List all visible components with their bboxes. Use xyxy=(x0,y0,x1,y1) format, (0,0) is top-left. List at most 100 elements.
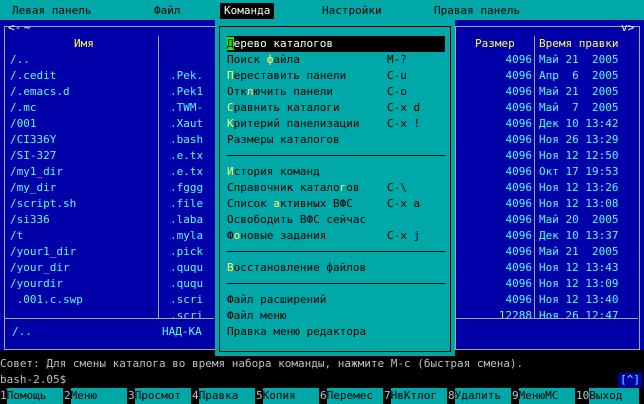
menu-left-panel[interactable]: Левая панель xyxy=(8,3,95,19)
menu-item-text: Ф xyxy=(227,229,234,242)
menu-item-hotkey: П xyxy=(227,69,234,82)
menu-item-hotkey: Д xyxy=(227,37,234,50)
fkey-number: 8 xyxy=(448,389,455,402)
fkey-5[interactable]: 5Копия xyxy=(256,388,319,404)
file-mtime: Май 21 2005 xyxy=(539,85,619,98)
file-name[interactable]: /my_dir xyxy=(10,180,156,196)
fkey-1[interactable]: 1Помощь xyxy=(0,388,63,404)
menu-item[interactable]: Фоновые задания C-x j xyxy=(227,228,445,244)
right-panel[interactable]: v> Размер Время правки 4096 Май 21 2005 40… xyxy=(455,20,644,350)
file-name[interactable]: /your_dir xyxy=(10,260,156,276)
file-name-secondary[interactable]: .e.tx xyxy=(170,148,214,164)
menu-item[interactable]: Освободить ВФС сейчас xyxy=(227,212,445,228)
fkey-number: 2 xyxy=(64,389,71,402)
file-name[interactable]: /my1_dir xyxy=(10,164,156,180)
fkey-10[interactable]: 10Выход xyxy=(576,388,640,404)
file-name-secondary[interactable] xyxy=(170,52,214,68)
panel-corner-mark-right[interactable]: v> xyxy=(621,20,634,36)
file-mtime: Май 21 2005 xyxy=(539,245,619,258)
file-name[interactable]: /t xyxy=(10,228,156,244)
file-name[interactable]: /.. xyxy=(10,52,156,68)
file-name-secondary[interactable]: .e.tx xyxy=(170,164,214,180)
fkey-4[interactable]: 4Правка xyxy=(192,388,255,404)
fkey-9[interactable]: 9МенюМС xyxy=(512,388,575,404)
file-name[interactable]: /si336 xyxy=(10,212,156,228)
menu-separator xyxy=(227,283,445,284)
file-name[interactable]: /.emacs.d xyxy=(10,84,156,100)
fkey-8[interactable]: 8Удалить xyxy=(448,388,511,404)
menu-item-text: ерево каталогов xyxy=(233,37,333,50)
file-name-secondary[interactable]: .bash xyxy=(170,132,214,148)
file-name[interactable]: /.cedit xyxy=(10,68,156,84)
fkey-number: 7 xyxy=(384,389,391,402)
menu-item-text: айла xyxy=(273,53,300,66)
file-name-secondary[interactable]: .ququ xyxy=(170,276,214,292)
command-history-button[interactable]: [^] xyxy=(618,373,642,387)
menu-item[interactable]: Сравнить каталоги C-x d xyxy=(227,100,445,116)
file-name-secondary[interactable]: .TWM- xyxy=(170,100,214,116)
file-name[interactable]: .001.c.swp xyxy=(10,292,156,308)
column-header-name[interactable]: Имя xyxy=(74,36,94,52)
file-name[interactable]: /script.sh xyxy=(10,196,156,212)
fkey-2[interactable]: 2Меню xyxy=(64,388,127,404)
fkey-label: Перемес xyxy=(326,388,383,404)
fkey-6[interactable]: 6Перемес xyxy=(320,388,383,404)
file-name[interactable]: /SI-327 xyxy=(10,148,156,164)
file-name[interactable]: /.mc xyxy=(10,100,156,116)
file-name-secondary[interactable]: .scri xyxy=(170,308,214,324)
menu-item[interactable]: Отключить панели C-o xyxy=(227,84,445,100)
menu-item[interactable]: Правка меню редактора xyxy=(227,324,445,340)
fkey-3[interactable]: 3Просмот xyxy=(128,388,191,404)
file-name-secondary[interactable]: .Pek. xyxy=(170,68,214,84)
panel-history-icon[interactable]: <- xyxy=(8,20,21,36)
file-name-secondary[interactable]: .scri xyxy=(170,292,214,308)
file-name[interactable]: /your1_dir xyxy=(10,244,156,260)
menu-item-text: Справочник катало xyxy=(227,181,340,194)
command-prompt[interactable]: bash-2.05$ xyxy=(0,372,644,388)
menu-item[interactable]: Дерево каталогов xyxy=(227,36,445,52)
file-mtime: Ноя 12 13:26 xyxy=(539,181,619,194)
file-size: 4096 xyxy=(505,117,533,130)
file-name[interactable]: /001 xyxy=(10,116,156,132)
left-panel[interactable]: <- ~ Имя /../.cedit .Pek./.emacs.d .Pek1/.… xyxy=(0,20,216,350)
menu-item[interactable]: Критерий панелизации C-x ! xyxy=(227,116,445,132)
file-mtime: Май 21 2005 xyxy=(539,53,619,66)
file-name-secondary[interactable]: .laba xyxy=(170,212,214,228)
menu-item[interactable]: Восстановление файлов xyxy=(227,260,445,276)
menu-options[interactable]: Настройки xyxy=(318,3,386,19)
file-name[interactable]: /CI336Y xyxy=(10,132,156,148)
fkey-label: НвКтлог xyxy=(390,388,447,404)
file-name-secondary[interactable]: .pick xyxy=(170,244,214,260)
menu-item[interactable]: Справочник каталогов C-\ xyxy=(227,180,445,196)
fkey-label: Выход xyxy=(589,388,640,404)
column-header-time[interactable]: Время правки xyxy=(539,36,618,52)
fkey-7[interactable]: 7НвКтлог xyxy=(384,388,447,404)
menu-item[interactable]: Переставить панели C-u xyxy=(227,68,445,84)
menu-command[interactable]: Команда xyxy=(220,3,275,19)
menu-item[interactable]: История команд xyxy=(227,164,445,180)
file-name-secondary[interactable]: .Xaut xyxy=(170,116,214,132)
menu-right-panel[interactable]: Правая панель xyxy=(430,3,524,19)
menu-item-text: Правка меню редактора xyxy=(227,325,367,338)
fkey-label: Удалить xyxy=(454,388,511,404)
file-mtime: Ноя 26 13:29 xyxy=(539,133,619,146)
menu-item[interactable]: Список активных ВФС C-x a xyxy=(227,196,445,212)
midnight-commander-screen: Левая панель Файл Команда Настройки Прав… xyxy=(0,0,644,404)
file-name-secondary[interactable]: .fggg xyxy=(170,180,214,196)
menu-item[interactable]: Файл расширений xyxy=(227,292,445,308)
file-size: 4096 xyxy=(505,133,533,146)
file-mtime: Окт 17 19:53 xyxy=(539,165,619,178)
menu-file[interactable]: Файл xyxy=(150,3,185,19)
menu-item[interactable]: Файл меню xyxy=(227,308,445,324)
file-name-secondary[interactable]: .ququ xyxy=(170,260,214,276)
file-name[interactable] xyxy=(10,308,156,324)
menu-item-text: ктивных ВФС xyxy=(279,197,353,210)
column-header-size[interactable]: Размер xyxy=(475,36,515,52)
menu-item[interactable]: Размеры каталогов xyxy=(227,132,445,148)
file-name[interactable]: /yourdir xyxy=(10,276,156,292)
menu-item-hotkey: И xyxy=(227,165,234,178)
file-name-secondary[interactable]: .myla xyxy=(170,228,214,244)
menu-item[interactable]: Поиск файла M-? xyxy=(227,52,445,68)
file-name-secondary[interactable]: .Pek1 xyxy=(170,84,214,100)
file-name-secondary[interactable]: .file xyxy=(170,196,214,212)
